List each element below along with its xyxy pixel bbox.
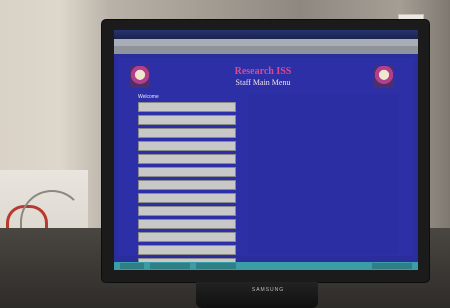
menu-button[interactable] <box>138 154 236 164</box>
menu-button[interactable] <box>138 141 236 151</box>
staff-menu-list <box>138 102 236 270</box>
menu-heading: Welcome <box>138 94 159 100</box>
app-subtitle: Staff Main Menu <box>235 78 291 87</box>
taskbar-item[interactable] <box>150 263 190 269</box>
window-titlebar <box>114 30 418 39</box>
main-menu-pane: Research ISS Staff Main Menu Welcome <box>118 58 414 268</box>
window-menubar[interactable] <box>114 39 418 46</box>
monitor-screen: Research ISS Staff Main Menu Welcome <box>114 30 418 270</box>
content-area <box>248 94 398 254</box>
menu-button[interactable] <box>138 115 236 125</box>
menu-button[interactable] <box>138 180 236 190</box>
menu-button[interactable] <box>138 219 236 229</box>
menu-button[interactable] <box>138 102 236 112</box>
window-toolbar[interactable] <box>114 46 418 54</box>
taskbar <box>114 262 418 270</box>
menu-button[interactable] <box>138 193 236 203</box>
menu-button[interactable] <box>138 128 236 138</box>
monitor-brand: SAMSUNG <box>251 287 285 293</box>
menu-button[interactable] <box>138 206 236 216</box>
monitor-stand <box>196 282 318 308</box>
crest-icon <box>374 66 394 88</box>
menu-button[interactable] <box>138 245 236 255</box>
system-tray <box>372 263 412 269</box>
taskbar-start[interactable] <box>120 263 144 269</box>
app-content: Research ISS Staff Main Menu Welcome <box>114 54 418 268</box>
crest-icon <box>130 66 150 88</box>
menu-button[interactable] <box>138 232 236 242</box>
app-title: Research ISS <box>234 66 292 77</box>
taskbar-item[interactable] <box>196 263 236 269</box>
menu-button[interactable] <box>138 167 236 177</box>
